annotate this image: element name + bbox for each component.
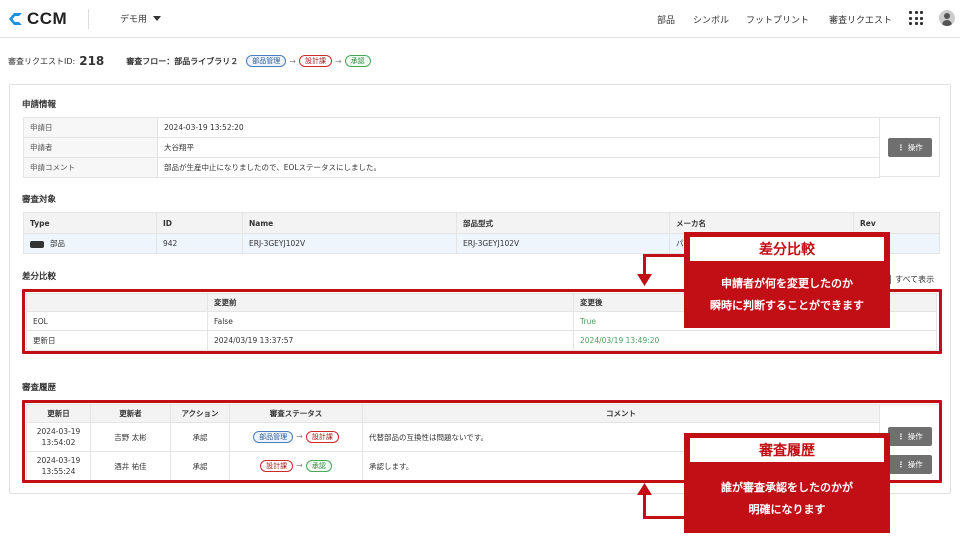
nav-footprints[interactable]: フットプリント	[746, 13, 809, 26]
chevron-down-icon	[153, 16, 162, 21]
callout-arrow-icon	[637, 274, 652, 286]
review-flow-label: 審査フロー：部品ライブラリ２	[126, 56, 239, 66]
col-name: Name	[242, 212, 457, 234]
table-header-row: Type ID Name 部品型式 メーカ名 Rev	[23, 212, 940, 234]
app-logo[interactable]: CCM	[8, 9, 67, 29]
row-key: 申請者	[23, 137, 158, 158]
col-id: ID	[156, 212, 243, 234]
diff-callout: 差分比較 申請者が何を変更したのか 瞬時に判断することができます	[684, 232, 890, 328]
callout-title: 審査履歴	[690, 438, 884, 462]
kebab-icon: ⋮	[897, 143, 905, 152]
callout-connector	[643, 254, 646, 276]
cell-part-model: ERJ-3GEYJ102V	[456, 233, 670, 254]
callout-arrow-icon	[637, 483, 652, 495]
request-id: 218	[79, 54, 105, 68]
arrow-icon: →	[289, 56, 296, 66]
cell-name: ERJ-3GEYJ102V	[242, 233, 457, 254]
row-value: 2024-03-19 13:52:20	[157, 117, 880, 138]
table-row: 申請者 大谷翔平	[23, 137, 880, 158]
tenant-label: デモ用	[120, 15, 148, 25]
flow-step-approval: 承認	[344, 55, 371, 67]
nav-parts[interactable]: 部品	[657, 13, 675, 26]
application-info-table: 申請日 2024-03-19 13:52:20 申請者 大谷翔平 申請コメント 部品が…	[23, 117, 880, 178]
tenant-selector[interactable]: デモ用	[120, 12, 162, 25]
col-maker: メーカ名	[669, 212, 854, 234]
show-all-label: すべて表示	[895, 275, 935, 284]
user-avatar-icon[interactable]	[939, 10, 955, 26]
callout-connector	[643, 254, 684, 257]
ccm-logo-icon	[9, 13, 22, 25]
row-key: 申請コメント	[23, 157, 158, 178]
arrow-icon: →	[334, 56, 342, 66]
diff-title: 差分比較	[22, 272, 57, 282]
type-label: 部品	[50, 239, 65, 248]
table-row: 申請日 2024-03-19 13:52:20	[23, 117, 880, 138]
callout-title: 差分比較	[690, 237, 884, 261]
callout-line: 申請者が何を変更したのか	[721, 277, 853, 290]
history-title: 審査履歴	[22, 383, 57, 393]
cell-id: 942	[156, 233, 243, 254]
app-name: CCM	[27, 9, 68, 28]
application-action-button[interactable]: ⋮ 操作	[888, 138, 932, 157]
cell-type: 部品	[23, 233, 157, 254]
col-type: Type	[23, 212, 157, 234]
col-part-model: 部品型式	[456, 212, 670, 234]
top-bar: CCM デモ用 部品 シンボル フットプリント 審査リクエスト	[0, 0, 960, 38]
apps-grid-icon[interactable]	[909, 11, 923, 25]
review-target-title: 審査対象	[22, 195, 57, 205]
callout-line: 明確になります	[748, 503, 826, 516]
row-value: 部品が生産中止になりましたので、EOLステータスにしました。	[157, 157, 880, 178]
flow-step-parts-management: 部品管理	[246, 55, 287, 67]
callout-connector	[643, 516, 684, 519]
application-info-title: 申請情報	[22, 100, 57, 110]
table-row: 申請コメント 部品が生産中止になりましたので、EOLステータスにしました。	[23, 157, 880, 178]
nav-review-requests[interactable]: 審査リクエスト	[829, 13, 892, 26]
callout-line: 瞬時に判断することができます	[710, 299, 864, 312]
col-rev: Rev	[853, 212, 940, 234]
flow-step-design: 設計課	[298, 55, 332, 67]
row-key: 申請日	[23, 117, 158, 138]
part-chip-icon	[30, 240, 44, 248]
callout-line: 誰が審査承認をしたのかが	[721, 481, 853, 494]
request-summary: 審査リクエストID: 218 審査フロー：部品ライブラリ２ 部品管理 → 設計課…	[8, 53, 371, 69]
action-label: 操作	[907, 143, 923, 152]
nav-symbols[interactable]: シンボル	[693, 13, 729, 26]
history-callout: 審査履歴 誰が審査承認をしたのかが 明確になります	[684, 433, 890, 533]
header-divider	[88, 9, 89, 29]
request-id-label: 審査リクエストID:	[8, 56, 76, 66]
row-value: 大谷翔平	[157, 137, 880, 158]
